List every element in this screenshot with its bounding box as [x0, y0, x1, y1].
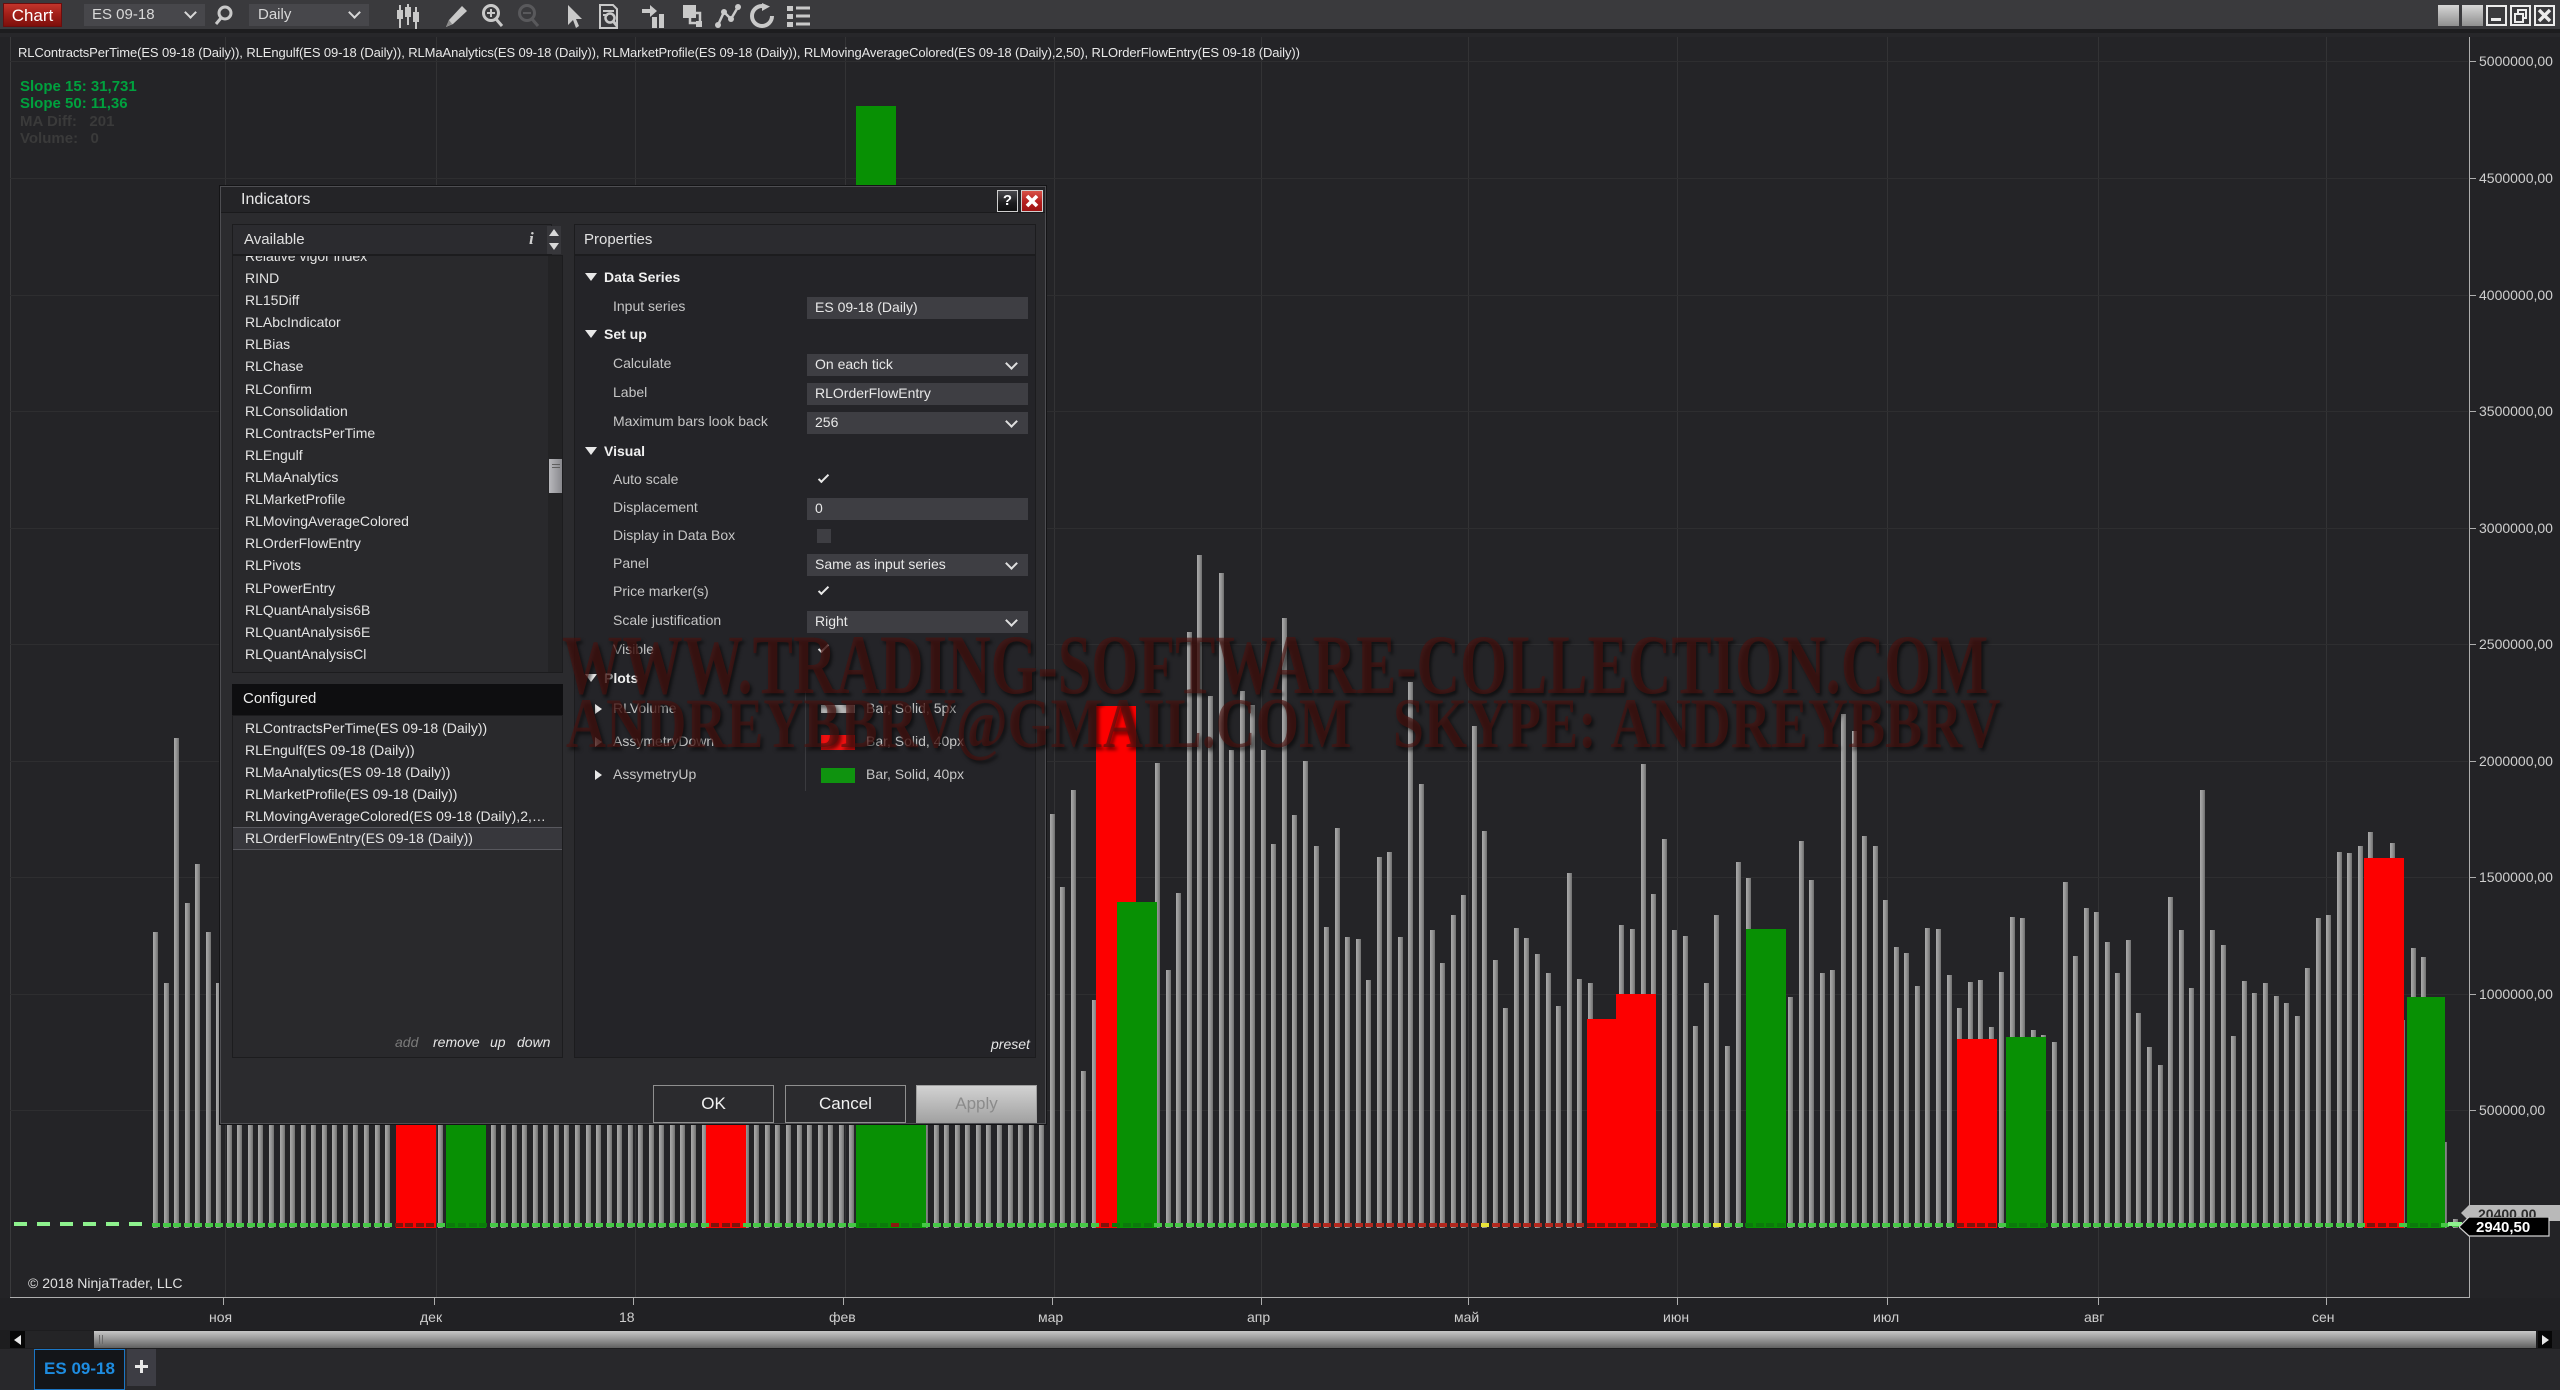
- svg-text:2940,50: 2940,50: [2476, 1219, 2530, 1236]
